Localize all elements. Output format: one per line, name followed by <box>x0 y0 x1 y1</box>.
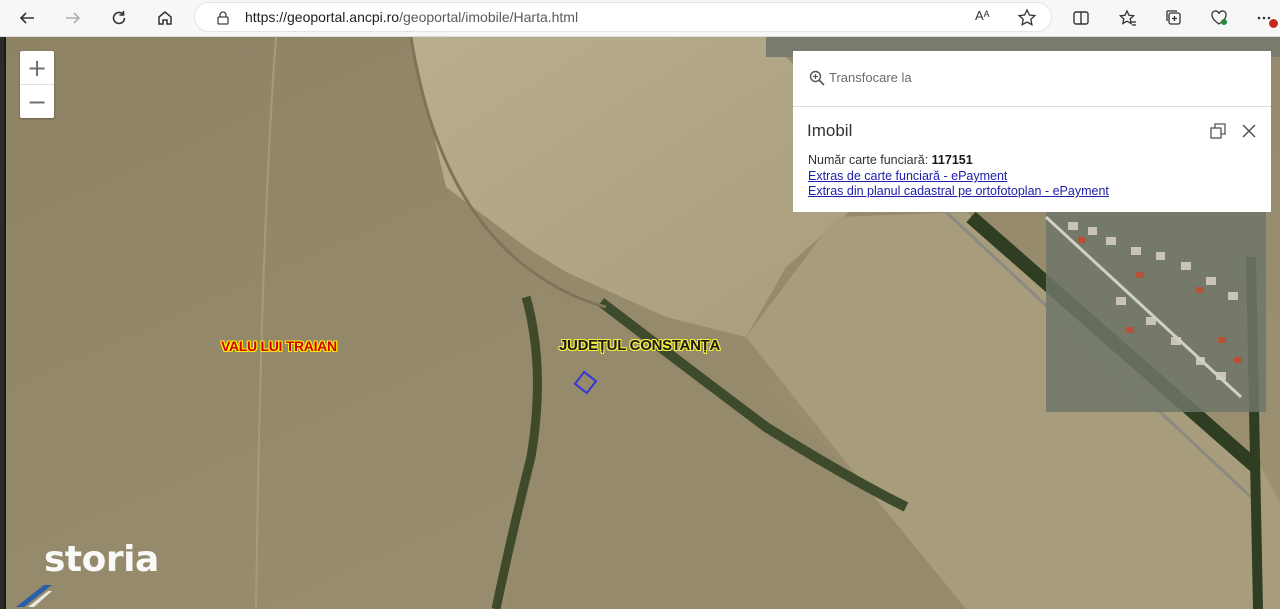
close-icon[interactable] <box>1240 122 1258 140</box>
zoom-control: + − <box>20 51 54 118</box>
home-icon[interactable] <box>151 4 179 32</box>
lock-icon[interactable] <box>215 10 231 26</box>
browser-essentials-icon[interactable] <box>1205 4 1233 32</box>
extract-cf-link[interactable]: Extras de carte funciară - ePayment <box>808 169 1007 183</box>
forward-icon[interactable] <box>59 4 87 32</box>
zoom-to-search[interactable]: Transfocare la <box>793 51 1271 107</box>
url-host: https://geoportal.ancpi.ro <box>245 9 400 25</box>
back-icon[interactable] <box>13 4 41 32</box>
cf-label: Număr carte funciară: <box>808 153 929 167</box>
read-aloud-icon[interactable]: Aᴬ <box>975 8 995 28</box>
county-label: JUDEȚUL CONSTANȚA <box>559 337 721 354</box>
search-zoom-icon <box>809 70 825 86</box>
zoom-out-button[interactable]: − <box>20 84 54 118</box>
cf-value: 117151 <box>931 153 973 167</box>
more-icon[interactable] <box>1250 4 1279 32</box>
extract-cadastral-link[interactable]: Extras din planul cadastral pe ortofotop… <box>808 184 1109 198</box>
notification-badge <box>1268 18 1279 29</box>
split-screen-icon[interactable] <box>1067 4 1095 32</box>
refresh-icon[interactable] <box>105 4 133 32</box>
browser-toolbar: https://geoportal.ancpi.ro/geoportal/imo… <box>0 0 1280 37</box>
popup-title: Imobil <box>807 121 853 140</box>
url-text[interactable]: https://geoportal.ancpi.ro/geoportal/imo… <box>245 9 578 25</box>
esri-logo-icon <box>16 585 52 607</box>
dock-icon[interactable] <box>1209 122 1227 140</box>
property-popup: Imobil Număr carte funciară: 117151 Extr… <box>793 107 1271 212</box>
url-path: /geoportal/imobile/Harta.html <box>399 9 579 25</box>
favorite-star-icon[interactable] <box>1017 8 1037 28</box>
address-bar[interactable]: https://geoportal.ancpi.ro/geoportal/imo… <box>194 2 1052 32</box>
favorites-icon[interactable] <box>1114 4 1142 32</box>
storia-watermark: storia <box>44 539 159 580</box>
map-view[interactable]: + − VALU LUI TRAIAN JUDEȚUL CONSTANȚA Tr… <box>4 37 1280 609</box>
collections-icon[interactable] <box>1160 4 1188 32</box>
zoom-in-button[interactable]: + <box>20 51 54 84</box>
locality-label: VALU LUI TRAIAN <box>221 338 337 354</box>
search-input[interactable]: Transfocare la <box>829 70 912 85</box>
cf-number-row: Număr carte funciară: 117151 <box>808 153 973 167</box>
